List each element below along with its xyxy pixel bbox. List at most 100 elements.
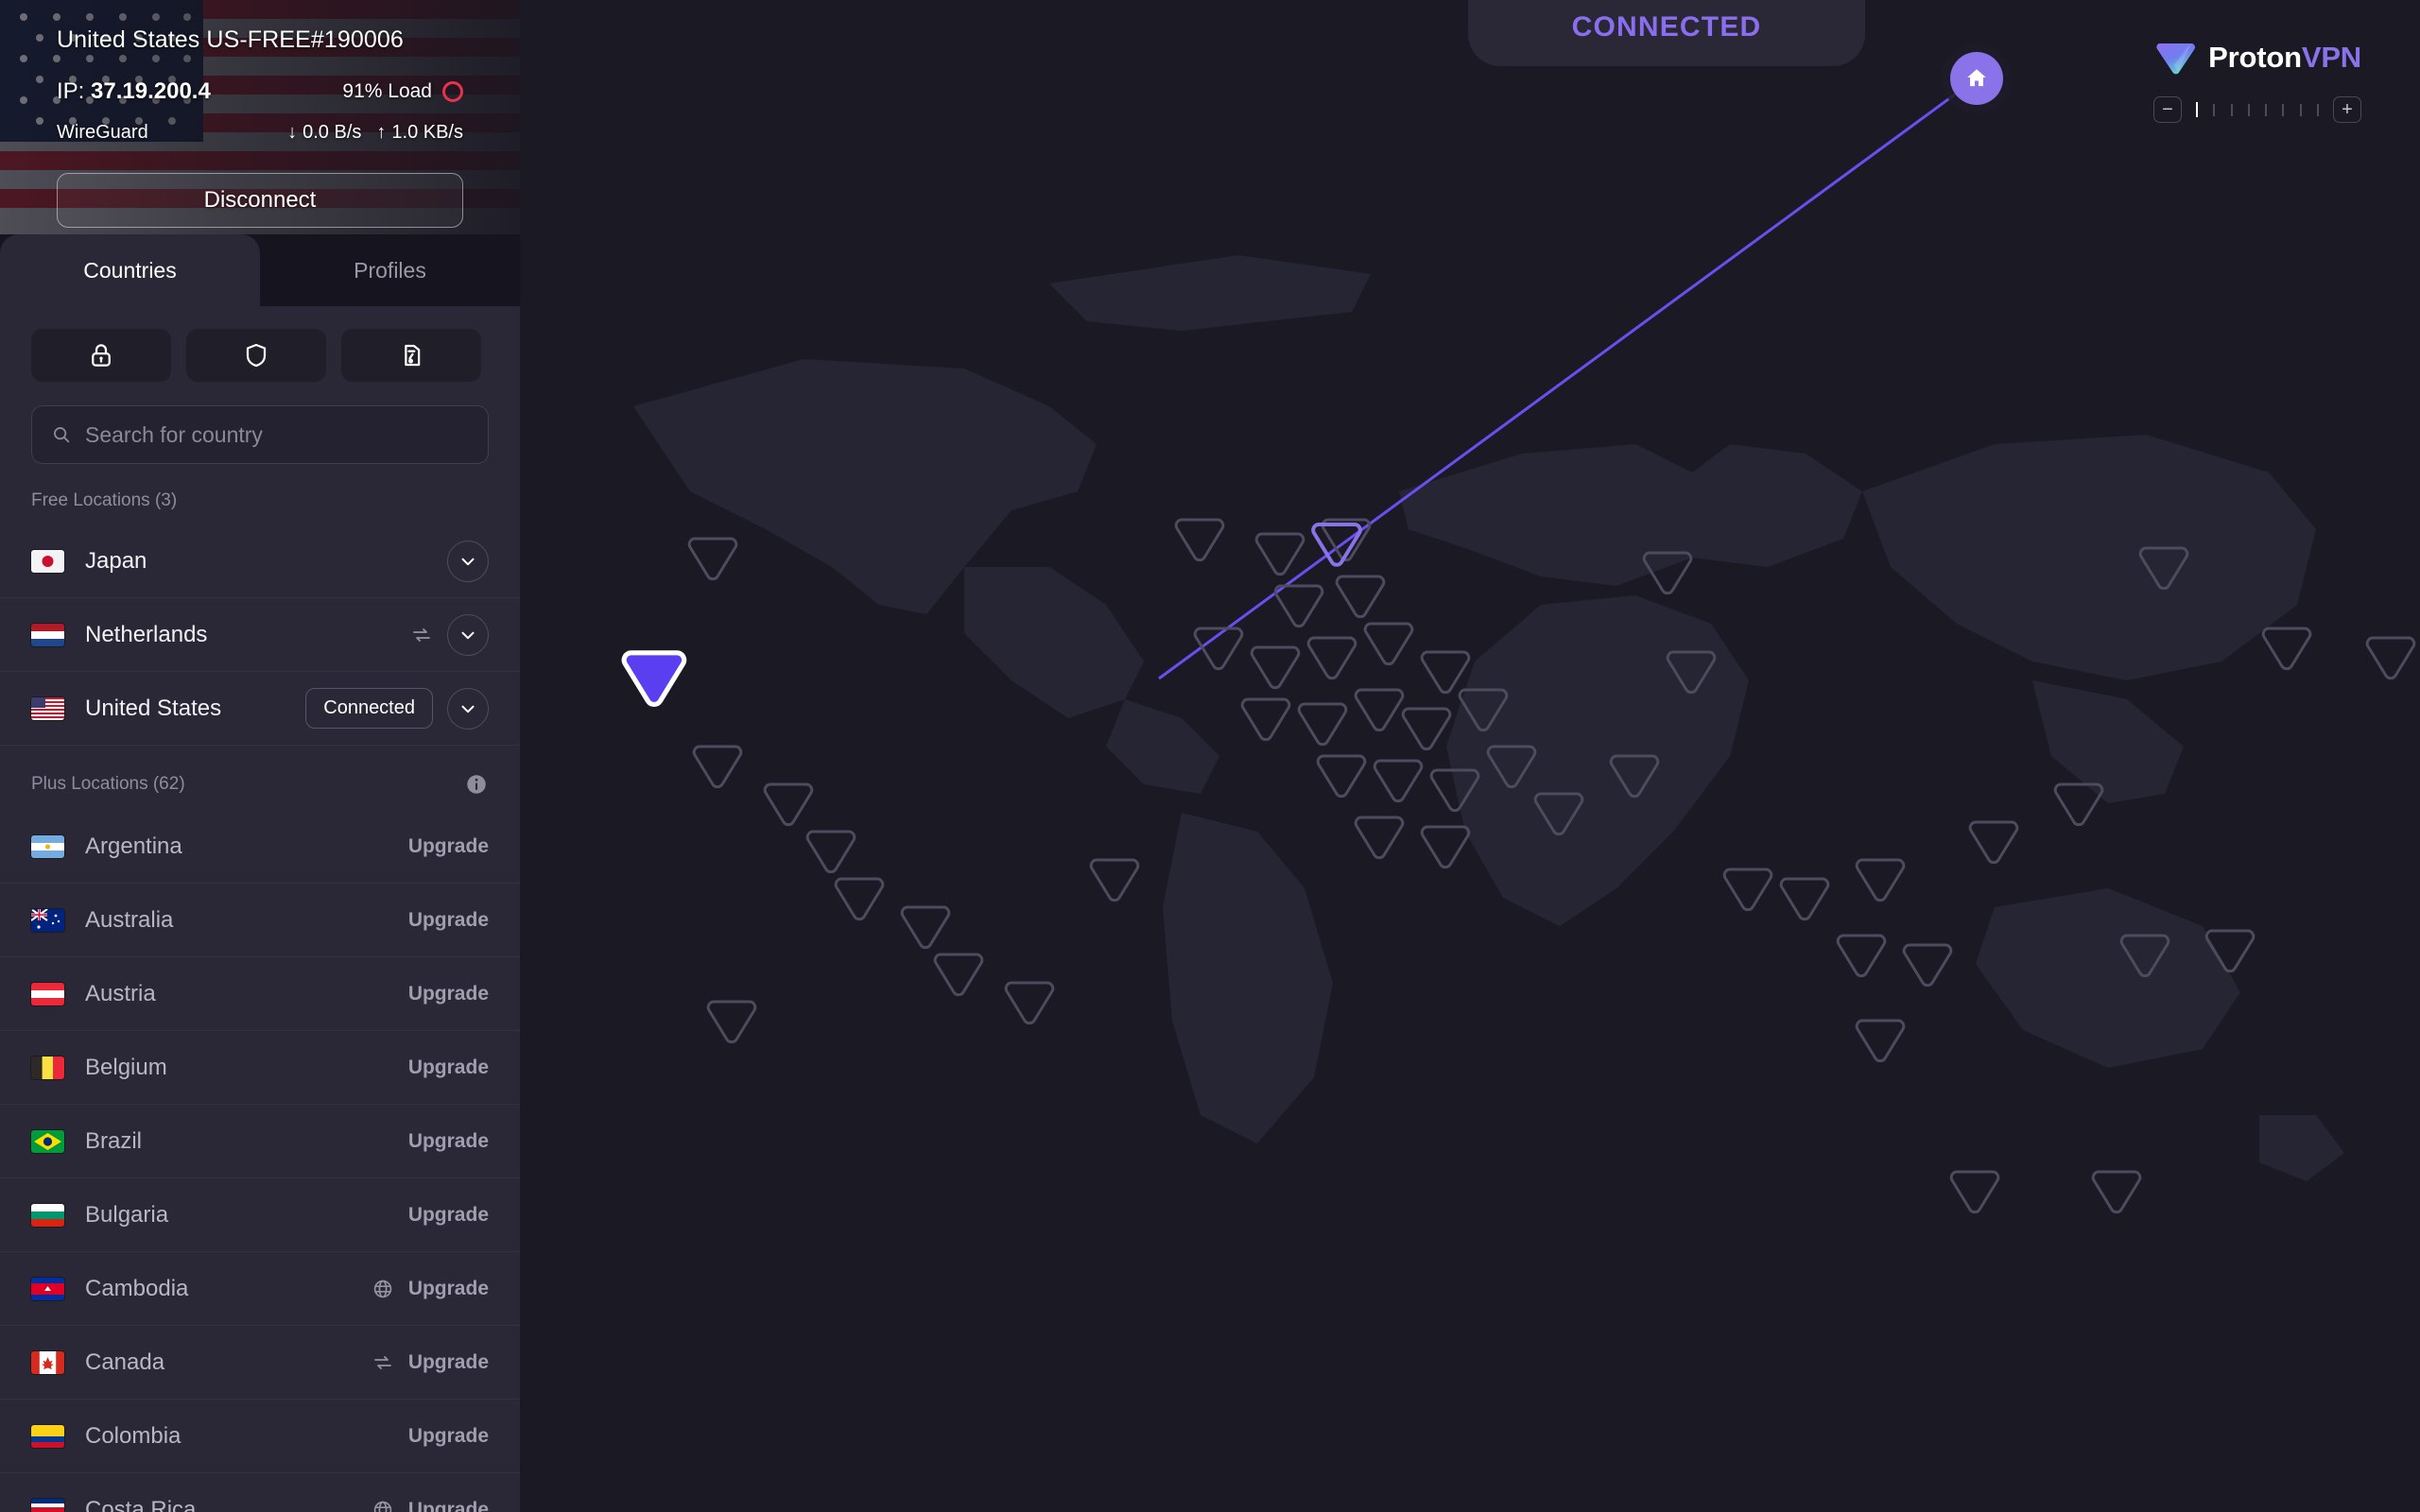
- section-header-plus: Plus Locations (62): [0, 746, 520, 810]
- protonvpn-window: CONNECTED ProtonVPN − + United States US…: [0, 0, 2420, 1512]
- upgrade-button[interactable]: Upgrade: [408, 983, 489, 1005]
- download-arrow-icon: ↓: [287, 122, 298, 143]
- country-name: Costa Rica: [85, 1496, 197, 1512]
- expand-chevron-netherlands[interactable]: [447, 613, 489, 656]
- country-row-costa-rica[interactable]: Costa Rica Upgrade: [0, 1473, 520, 1512]
- country-name: Bulgaria: [85, 1201, 169, 1228]
- countries-panel: Free Locations (3) Japan Netherlands: [0, 306, 520, 1512]
- load-text: 91% Load: [342, 80, 432, 102]
- flag-co: [31, 1424, 64, 1448]
- zoom-in-button[interactable]: +: [2333, 96, 2361, 123]
- map-zoom-control[interactable]: − +: [2153, 96, 2361, 123]
- speed-indicators: ↓ 0.0 B/s ↑ 1.0 KB/s: [287, 122, 463, 144]
- info-icon[interactable]: [464, 772, 489, 797]
- country-name: Argentina: [85, 833, 182, 859]
- zoom-slider[interactable]: [2190, 102, 2325, 117]
- section-header-free: Free Locations (3): [0, 464, 520, 524]
- country-row-japan[interactable]: Japan: [0, 524, 520, 598]
- zoom-tick[interactable]: [2299, 103, 2302, 116]
- proton-triangle-icon: [2156, 43, 2196, 75]
- world-map[interactable]: CONNECTED: [520, 0, 2420, 1512]
- shield-icon: [246, 343, 267, 368]
- zoom-tick[interactable]: [2265, 103, 2268, 116]
- chevron-down-icon: [461, 631, 475, 639]
- p2p-icon: [373, 1355, 391, 1369]
- flag-be: [31, 1056, 64, 1079]
- connected-badge[interactable]: Connected: [305, 688, 433, 729]
- zoom-tick[interactable]: [2196, 102, 2198, 117]
- zoom-tick[interactable]: [2282, 103, 2285, 116]
- country-row-colombia[interactable]: Colombia Upgrade: [0, 1400, 520, 1473]
- upload-arrow-icon: ↑: [376, 122, 387, 143]
- plus-locations-list: Argentina Upgrade Australia Upgrade Austria U…: [0, 810, 520, 1512]
- netshield-filter[interactable]: [186, 329, 326, 382]
- upgrade-button[interactable]: Upgrade: [408, 909, 489, 932]
- country-name: Japan: [85, 547, 147, 574]
- section-title-free: Free Locations (3): [31, 490, 178, 510]
- tab-countries[interactable]: Countries: [0, 234, 260, 306]
- country-row-cambodia[interactable]: Cambodia Upgrade: [0, 1252, 520, 1326]
- home-icon[interactable]: [1950, 52, 2003, 105]
- tor-globe-icon: [373, 1280, 392, 1297]
- zoom-tick[interactable]: [2247, 103, 2250, 116]
- upgrade-button[interactable]: Upgrade: [408, 1425, 489, 1448]
- search-input[interactable]: [85, 421, 469, 448]
- flag-us: [31, 696, 64, 720]
- upgrade-button[interactable]: Upgrade: [408, 1351, 489, 1374]
- p2p-filter[interactable]: [341, 329, 481, 382]
- disconnect-button[interactable]: Disconnect: [57, 173, 463, 228]
- expand-chevron-japan[interactable]: [447, 540, 489, 582]
- zoom-tick[interactable]: [2316, 103, 2319, 116]
- zoom-tick[interactable]: [2213, 103, 2216, 116]
- country-name: Australia: [85, 906, 174, 933]
- flag-kh: [31, 1277, 64, 1300]
- flag-bg: [31, 1203, 64, 1227]
- server-marker-uk: [1311, 523, 1362, 567]
- country-name: Netherlands: [85, 621, 208, 647]
- upgrade-button[interactable]: Upgrade: [408, 1499, 489, 1512]
- connection-status-card: United States US-FREE#190006 IP: 37.19.2…: [0, 0, 520, 234]
- country-row-bulgaria[interactable]: Bulgaria Upgrade: [0, 1178, 520, 1252]
- country-name: Cambodia: [85, 1275, 189, 1301]
- secure-core-filter[interactable]: [31, 329, 171, 382]
- country-name: Belgium: [85, 1054, 167, 1080]
- search-box[interactable]: [31, 405, 489, 464]
- upgrade-button[interactable]: Upgrade: [408, 1204, 489, 1227]
- upgrade-button[interactable]: Upgrade: [408, 835, 489, 858]
- country-row-canada[interactable]: Canada Upgrade: [0, 1326, 520, 1400]
- country-row-belgium[interactable]: Belgium Upgrade: [0, 1031, 520, 1105]
- brand-wordmark: ProtonVPN: [2208, 41, 2361, 75]
- p2p-icon: [413, 627, 430, 642]
- country-row-brazil[interactable]: Brazil Upgrade: [0, 1105, 520, 1178]
- brand-vpn: VPN: [2301, 41, 2361, 74]
- brand-proton: Proton: [2208, 41, 2302, 74]
- country-row-argentina[interactable]: Argentina Upgrade: [0, 810, 520, 884]
- filter-buttons: [0, 306, 520, 382]
- flag-br: [31, 1129, 64, 1153]
- country-row-netherlands[interactable]: Netherlands: [0, 598, 520, 672]
- lock-icon: [92, 344, 111, 367]
- protocol-label: WireGuard: [57, 122, 148, 143]
- country-row-australia[interactable]: Australia Upgrade: [0, 884, 520, 957]
- country-name: Colombia: [85, 1422, 182, 1449]
- upgrade-button[interactable]: Upgrade: [408, 1057, 489, 1079]
- ip-value: 37.19.200.4: [91, 78, 211, 104]
- server-name: United States US-FREE#190006: [57, 26, 404, 53]
- search-icon: [54, 427, 70, 443]
- download-value: 0.0 B/s: [302, 122, 362, 143]
- upgrade-button[interactable]: Upgrade: [408, 1130, 489, 1153]
- zoom-tick[interactable]: [2230, 103, 2233, 116]
- zoom-out-button[interactable]: −: [2153, 96, 2182, 123]
- tab-profiles[interactable]: Profiles: [260, 234, 520, 306]
- country-row-united-states[interactable]: United States Connected: [0, 672, 520, 746]
- download-speed: ↓ 0.0 B/s: [287, 122, 361, 144]
- expand-chevron-united-states[interactable]: [447, 687, 489, 730]
- country-name: Canada: [85, 1349, 165, 1375]
- upload-speed: ↑ 1.0 KB/s: [376, 122, 463, 144]
- chevron-down-icon: [461, 558, 475, 565]
- server-markers[interactable]: [520, 0, 2420, 1512]
- country-row-austria[interactable]: Austria Upgrade: [0, 957, 520, 1031]
- server-load: 91% Load: [342, 80, 463, 103]
- connected-status-text: CONNECTED: [1571, 11, 1762, 43]
- upgrade-button[interactable]: Upgrade: [408, 1278, 489, 1300]
